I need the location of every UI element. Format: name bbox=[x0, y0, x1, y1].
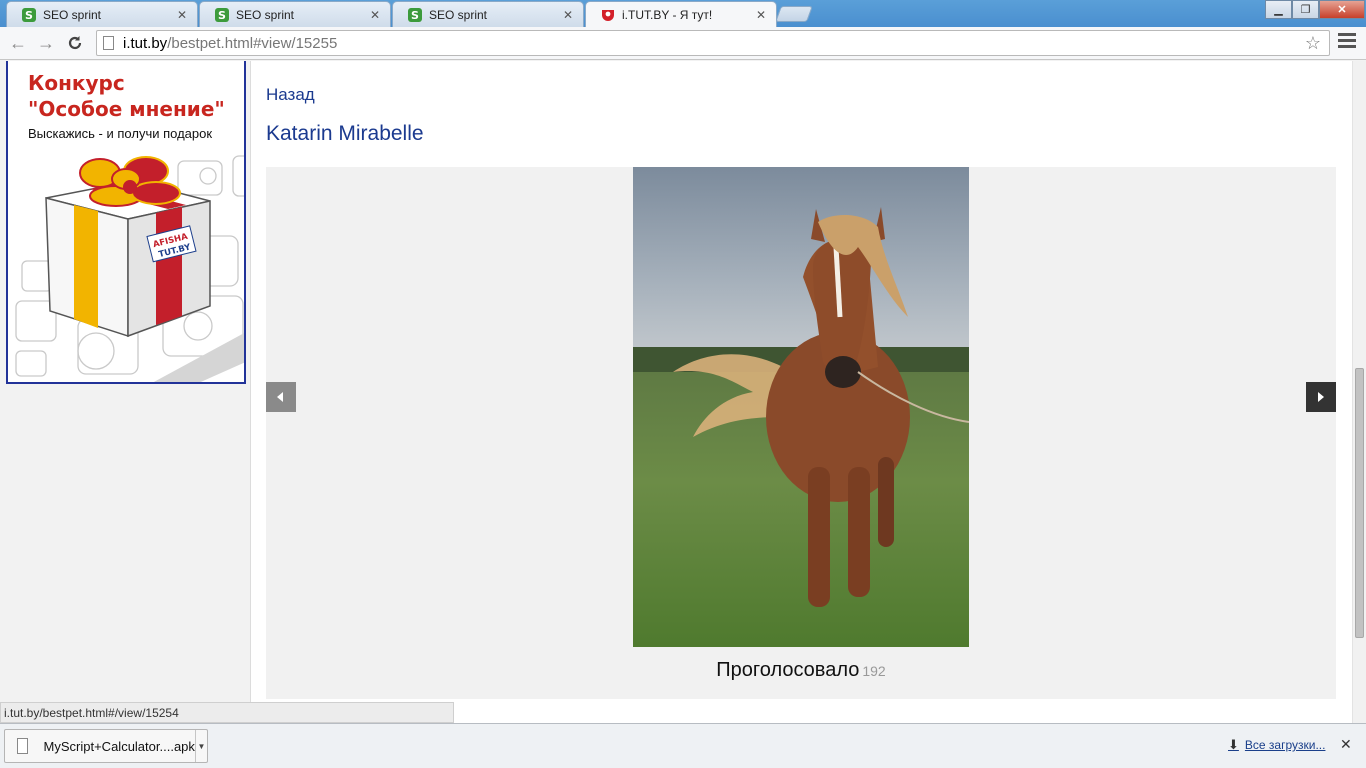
new-tab-button[interactable] bbox=[775, 6, 813, 22]
back-arrow-icon[interactable]: ← bbox=[5, 31, 31, 55]
chevron-down-icon[interactable]: ▼ bbox=[194, 730, 207, 762]
page-icon bbox=[103, 36, 114, 50]
gift-box-illustration: AFISHA TUT.BY bbox=[15, 155, 244, 382]
votes-label: Проголосовало bbox=[716, 659, 860, 681]
previous-photo-button[interactable] bbox=[266, 382, 296, 412]
tab-title: SEO sprint bbox=[43, 7, 102, 22]
tab-title: i.TUT.BY - Я тут! bbox=[622, 7, 713, 22]
tab-title: SEO sprint bbox=[236, 7, 295, 22]
promo-banner[interactable]: Конкурс "Особое мнение" Выскажись - и по… bbox=[6, 61, 246, 384]
status-url-tooltip: i.tut.by/bestpet.html#/view/15254 bbox=[0, 702, 454, 723]
promo-title-line1: Конкурс bbox=[28, 71, 125, 95]
menu-icon[interactable] bbox=[1338, 33, 1356, 53]
back-link[interactable]: Назад bbox=[266, 85, 315, 105]
itutby-icon bbox=[600, 7, 616, 23]
seo-sprint-icon: S bbox=[214, 7, 230, 23]
seo-sprint-icon: S bbox=[21, 7, 37, 23]
votes-count: 192 bbox=[862, 663, 886, 679]
tab-title: SEO sprint bbox=[429, 7, 488, 22]
svg-text:S: S bbox=[25, 9, 33, 22]
all-downloads-link[interactable]: ⬇ Все загрузки... bbox=[1228, 737, 1325, 753]
left-column: Конкурс "Особое мнение" Выскажись - и по… bbox=[0, 61, 251, 723]
promo-subtitle: Выскажись - и получи подарок bbox=[28, 126, 213, 141]
tab-strip: S SEO sprint ✕ S SEO sprint ✕ S SEO spri… bbox=[0, 0, 1366, 27]
download-item[interactable]: MyScript+Calculator....apk ▼ bbox=[4, 729, 208, 763]
page-scrollbar[interactable] bbox=[1352, 61, 1366, 723]
file-icon bbox=[17, 738, 28, 754]
tab-itutby[interactable]: i.TUT.BY - Я тут! ✕ bbox=[585, 1, 777, 27]
bookmark-star-icon[interactable]: ☆ bbox=[1305, 33, 1321, 54]
download-arrow-icon: ⬇ bbox=[1228, 737, 1239, 752]
download-shelf: MyScript+Calculator....apk ▼ ⬇ Все загру… bbox=[0, 723, 1366, 768]
tab-seo-sprint-3[interactable]: S SEO sprint ✕ bbox=[392, 1, 584, 27]
tab-seo-sprint-2[interactable]: S SEO sprint ✕ bbox=[199, 1, 391, 27]
close-icon[interactable]: ✕ bbox=[175, 8, 189, 22]
tab-seo-sprint-1[interactable]: S SEO sprint ✕ bbox=[6, 1, 198, 27]
url-host: i.tut.by bbox=[123, 34, 168, 52]
promo-title-line2: "Особое мнение" bbox=[28, 97, 225, 121]
download-file-name: MyScript+Calculator....apk bbox=[43, 738, 195, 754]
address-bar[interactable]: i.tut.by/bestpet.html#view/15255 ☆ bbox=[96, 30, 1330, 56]
promo-title: Конкурс "Особое мнение" bbox=[28, 70, 225, 122]
all-downloads-label: Все загрузки... bbox=[1244, 738, 1326, 752]
svg-text:S: S bbox=[218, 9, 226, 22]
close-icon[interactable]: ✕ bbox=[1340, 736, 1352, 753]
vote-counter: Проголосовало 192 bbox=[266, 659, 1336, 682]
forward-arrow-icon[interactable]: → bbox=[33, 31, 59, 55]
close-icon[interactable]: ✕ bbox=[561, 8, 575, 22]
reload-icon[interactable] bbox=[62, 31, 88, 55]
seo-sprint-icon: S bbox=[407, 7, 423, 23]
close-icon[interactable]: ✕ bbox=[754, 8, 768, 22]
photo-gallery: Проголосовало 192 bbox=[266, 167, 1336, 699]
url-path: /bestpet.html#view/15255 bbox=[167, 34, 338, 52]
svg-text:S: S bbox=[411, 9, 419, 22]
maximize-button[interactable]: ❐ bbox=[1292, 0, 1319, 19]
pet-photo[interactable] bbox=[633, 167, 969, 647]
page-content: Конкурс "Особое мнение" Выскажись - и по… bbox=[0, 61, 1352, 723]
minimize-button[interactable]: ▁ bbox=[1265, 0, 1292, 19]
browser-toolbar: ← → i.tut.by/bestpet.html#view/15255 ☆ bbox=[0, 27, 1366, 60]
scrollbar-thumb[interactable] bbox=[1355, 368, 1364, 638]
main-column: Назад Katarin Mirabelle Проголосовало 19… bbox=[251, 61, 1352, 723]
next-photo-button[interactable] bbox=[1306, 382, 1336, 412]
close-icon[interactable]: ✕ bbox=[368, 8, 382, 22]
pet-name-heading: Katarin Mirabelle bbox=[266, 122, 424, 145]
window-close-button[interactable]: ✕ bbox=[1319, 0, 1365, 19]
